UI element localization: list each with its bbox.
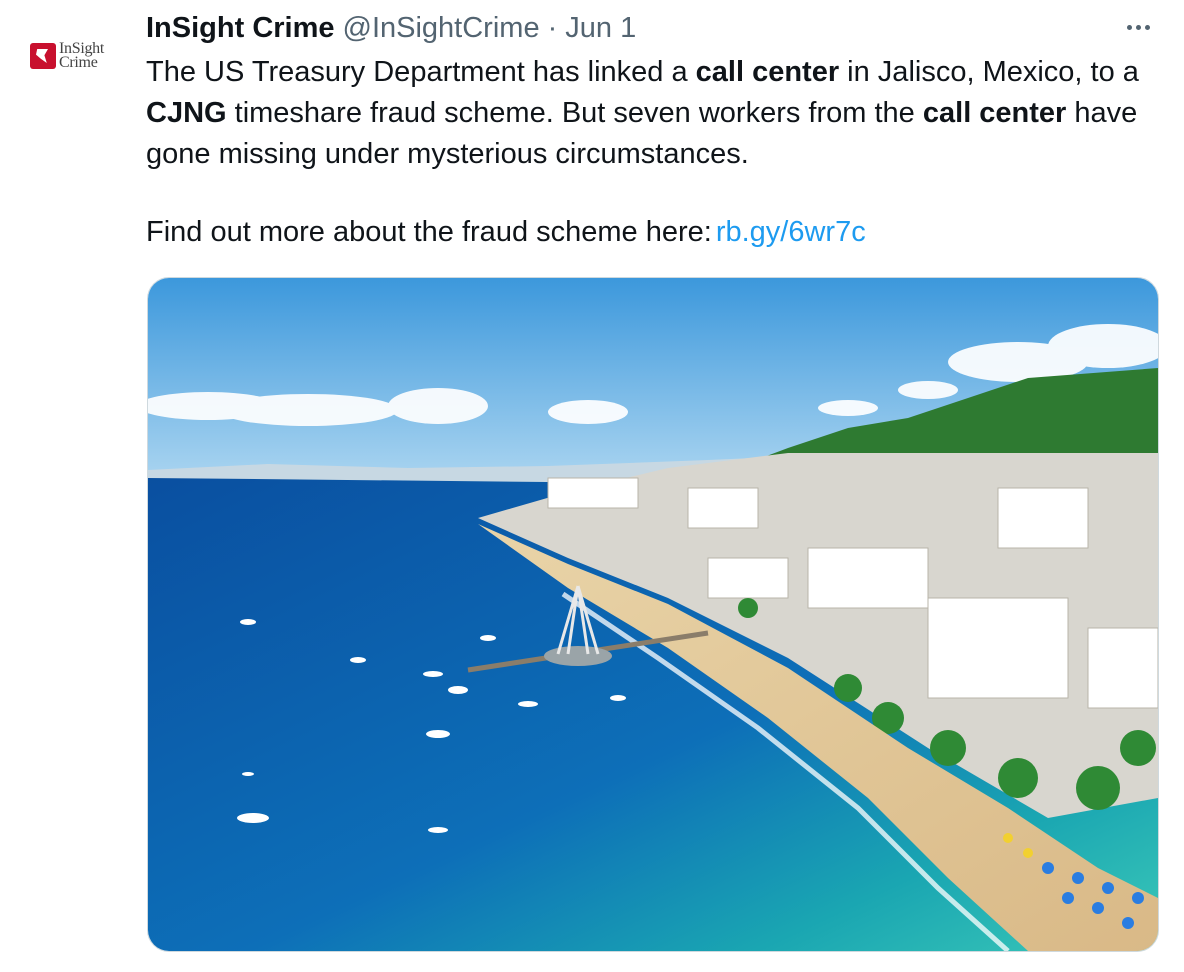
avatar[interactable]: InSight Crime: [30, 36, 116, 76]
tweet-link[interactable]: rb.gy/6wr7c: [716, 216, 866, 248]
tweet-header: InSight Crime @InSightCrime · Jun 1: [146, 10, 636, 46]
bold-text: CJNG: [146, 97, 227, 129]
more-options-button[interactable]: [1120, 12, 1156, 42]
tweet-text: The US Treasury Department has linked a …: [146, 52, 1156, 253]
bold-text: call center: [922, 97, 1067, 129]
logo-line-2: Crime: [59, 54, 98, 71]
handle[interactable]: @InSightCrime: [343, 12, 540, 45]
bold-text: call center: [695, 56, 840, 88]
more-horizontal-icon: [1135, 24, 1141, 30]
insight-crime-logo-icon: [30, 43, 56, 69]
text-span: timeshare fraud scheme. But seven worker…: [226, 97, 923, 129]
beach-photo: [148, 278, 1158, 951]
more-horizontal-icon: [1126, 24, 1132, 30]
avatar-logo-text: InSight Crime: [59, 41, 104, 71]
tweet-media-image[interactable]: [147, 277, 1159, 952]
text-span: Find out more about the fraud scheme her…: [146, 216, 712, 248]
display-name[interactable]: InSight Crime: [146, 12, 335, 45]
separator-dot: ·: [547, 11, 558, 44]
tweet-date[interactable]: Jun 1: [565, 12, 636, 45]
text-span: The US Treasury Department has linked a: [146, 56, 696, 88]
text-span: in Jalisco, Mexico, to a: [839, 56, 1139, 88]
more-horizontal-icon: [1144, 24, 1150, 30]
tweet-paragraph-2: Find out more about the fraud scheme her…: [146, 212, 1156, 253]
tweet-paragraph-1: The US Treasury Department has linked a …: [146, 52, 1156, 175]
